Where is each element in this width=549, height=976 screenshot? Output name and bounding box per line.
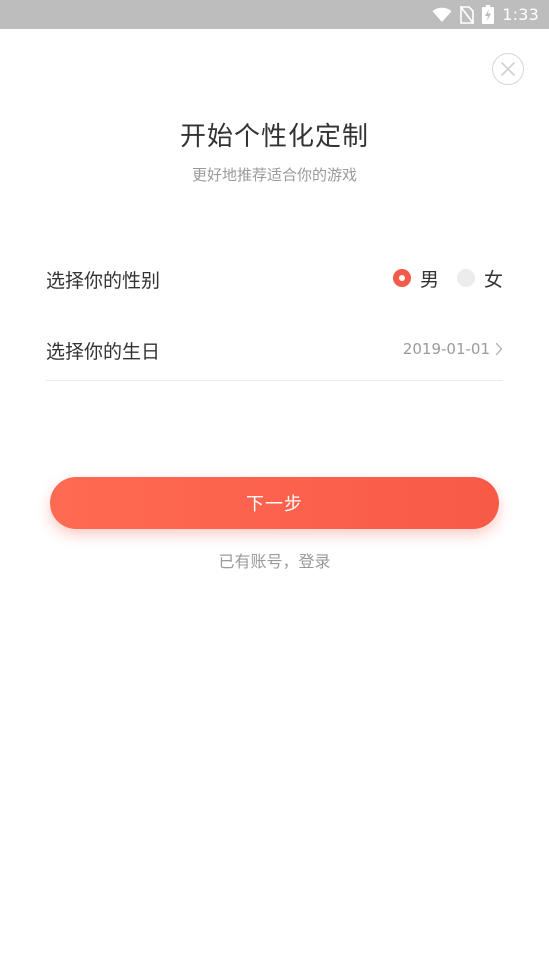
gender-option-label: 男 [419,268,439,291]
birthday-value: 2019-01-01 [402,340,490,358]
radio-unchecked-icon [456,269,475,287]
divider [46,380,503,381]
wifi-icon [432,7,452,23]
status-bar-right: 1:33 [432,0,539,29]
next-button[interactable]: 下一步 [50,477,499,529]
radio-checked-icon [392,269,411,287]
page-subtitle: 更好地推荐适合你的游戏 [191,166,357,184]
login-link[interactable]: 已有账号，登录 [0,548,549,572]
no-sim-icon [460,5,475,24]
status-bar: 1:33 [0,0,549,29]
close-icon [501,62,515,76]
status-time: 1:33 [502,5,539,24]
close-button[interactable] [492,53,524,85]
page: 1:33 开始个性化定制 更好地推荐适合你的游戏 选择你的性别 男 女 选择你的… [0,0,549,976]
gender-option-female[interactable]: 女 [456,265,503,292]
gender-label: 选择你的性别 [46,270,161,292]
birthday-label: 选择你的生日 [46,341,161,363]
chevron-right-icon [495,342,503,356]
page-title: 开始个性化定制 [179,122,369,152]
battery-charging-icon [482,5,495,24]
gender-options: 男 女 [392,264,503,292]
gender-option-label: 女 [483,268,503,291]
gender-option-male[interactable]: 男 [392,265,439,292]
birthday-picker[interactable]: 2019-01-01 [403,338,503,360]
